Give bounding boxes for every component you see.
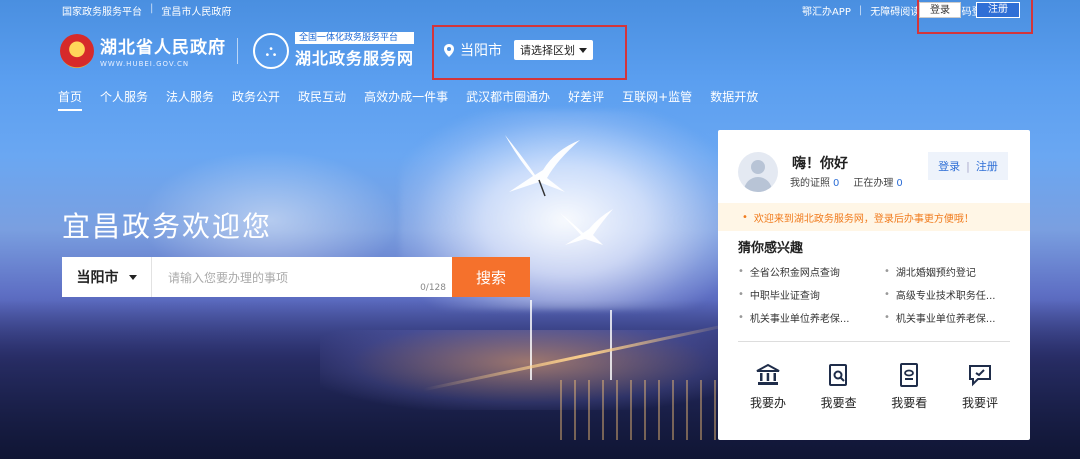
guess-item[interactable]: 湖北婚姻预约登记 xyxy=(884,264,1018,279)
platform-name: 湖北政务服务网 xyxy=(295,49,415,68)
certs-label: 我的证照 xyxy=(790,178,830,189)
search-region-label: 当阳市 xyxy=(76,270,119,286)
national-emblem-icon xyxy=(60,33,94,68)
bridge-tower xyxy=(610,310,612,380)
nav-wuhan-metro[interactable]: 武汉都市圈通办 xyxy=(466,88,550,111)
avatar xyxy=(738,152,778,192)
search-region-dropdown[interactable]: 当阳市 xyxy=(62,257,152,297)
quick-actions: 我要办 我要查 我要看 我要评 xyxy=(738,362,1010,411)
link-yichang-gov[interactable]: 宜昌市人民政府 xyxy=(161,3,231,18)
nav-rating[interactable]: 好差评 xyxy=(568,88,604,111)
notice-dot-icon: • xyxy=(742,211,748,223)
link-ehuiban-app[interactable]: 鄂汇办APP xyxy=(802,3,851,18)
nav-home[interactable]: 首页 xyxy=(58,88,83,111)
service-platform-logo[interactable]: ⛬ 全国一体化政务服务平台 湖北政务服务网 xyxy=(253,32,415,69)
link-national-platform[interactable]: 国家政务服务平台 xyxy=(62,3,142,18)
guess-item[interactable]: 高级专业技术职务任... xyxy=(884,287,1018,302)
action-view-label: 我要看 xyxy=(891,396,928,410)
screen-view-icon xyxy=(900,363,919,387)
highlight-box-location xyxy=(432,25,627,80)
separator: | xyxy=(966,159,970,173)
certs-count: 0 xyxy=(833,178,840,189)
nav-interaction[interactable]: 政民互动 xyxy=(298,88,346,111)
highlight-box-login xyxy=(917,0,1033,34)
nav-gov-affairs[interactable]: 政务公开 xyxy=(232,88,280,111)
hubei-gov-logo[interactable]: 湖北省人民政府 WWW.HUBEI.GOV.CN xyxy=(60,33,226,68)
chat-bubble-icon xyxy=(968,365,991,387)
document-search-icon xyxy=(828,364,847,386)
crane-bird-icon xyxy=(560,209,613,245)
link-accessibility[interactable]: 无障碍阅读 xyxy=(870,3,920,18)
gov-name: 湖北省人民政府 xyxy=(100,38,226,58)
search-button[interactable]: 搜索 xyxy=(452,257,530,297)
nav-open-data[interactable]: 数据开放 xyxy=(710,88,758,111)
nav-personal[interactable]: 个人服务 xyxy=(100,88,148,111)
guess-item[interactable]: 全省公积金网点查询 xyxy=(738,264,884,279)
action-query-label: 我要查 xyxy=(820,396,857,410)
guess-list: 全省公积金网点查询 湖北婚姻预约登记 中职毕业证查询 高级专业技术职务任... … xyxy=(738,264,1018,325)
logo-divider xyxy=(237,38,238,64)
action-query[interactable]: 我要查 xyxy=(809,362,869,411)
gov-url: WWW.HUBEI.GOV.CN xyxy=(100,60,190,68)
panel-login-button[interactable]: 登录 xyxy=(938,158,960,174)
separator: | xyxy=(858,5,863,16)
main-nav: 首页 个人服务 法人服务 政务公开 政民互动 高效办成一件事 武汉都市圈通办 好… xyxy=(58,88,776,111)
divider xyxy=(738,341,1010,342)
action-rate-label: 我要评 xyxy=(961,396,998,410)
panel-auth-box: 登录 | 注册 xyxy=(928,152,1008,180)
greeting: 嗨！你好 xyxy=(792,156,848,172)
platform-emblem-icon: ⛬ xyxy=(253,32,289,69)
action-apply[interactable]: 我要办 xyxy=(738,362,798,411)
platform-tag: 全国一体化政务服务平台 xyxy=(295,32,415,44)
guess-item[interactable]: 机关事业单位养老保... xyxy=(738,310,884,325)
notice-text: 欢迎来到湖北政务服务网，登录后办事更方便哦！ xyxy=(753,213,974,225)
guess-item[interactable]: 中职毕业证查询 xyxy=(738,287,884,302)
search-placeholder: 请输入您要办理的事项 xyxy=(168,270,289,285)
guess-title: 猜你感兴趣 xyxy=(738,241,804,256)
caret-down-icon xyxy=(128,274,137,280)
bank-building-icon xyxy=(756,363,780,385)
panel-register-button[interactable]: 注册 xyxy=(976,158,998,174)
char-counter: 0/128 xyxy=(420,283,446,293)
login-notice: • 欢迎来到湖北政务服务网，登录后办事更方便哦！ xyxy=(718,203,1030,231)
nav-legal-entity[interactable]: 法人服务 xyxy=(166,88,214,111)
action-apply-label: 我要办 xyxy=(749,396,786,410)
action-view[interactable]: 我要看 xyxy=(879,362,939,411)
user-panel: 嗨！你好 我的证照 0 正在办理 0 登录 | 注册 • 欢迎来到湖北政务服务网，登… xyxy=(718,130,1030,440)
search-input[interactable]: 请输入您要办理的事项 0/128 xyxy=(152,257,452,297)
user-stats: 我的证照 0 正在办理 0 xyxy=(790,174,903,189)
inprogress-label: 正在办理 xyxy=(853,178,894,189)
inprogress-count: 0 xyxy=(896,178,903,189)
certs-stat[interactable]: 我的证照 0 xyxy=(790,174,839,189)
nav-one-thing[interactable]: 高效办成一件事 xyxy=(364,88,448,111)
action-rate[interactable]: 我要评 xyxy=(950,362,1010,411)
separator: | xyxy=(150,3,154,14)
nav-supervision[interactable]: 互联网+监管 xyxy=(622,88,692,111)
hero-title: 宜昌政务欢迎您 xyxy=(62,210,273,243)
guess-item[interactable]: 机关事业单位养老保... xyxy=(884,310,1018,325)
search-bar: 当阳市 请输入您要办理的事项 0/128 搜索 xyxy=(62,257,530,297)
inprogress-stat[interactable]: 正在办理 0 xyxy=(853,174,902,189)
crane-bird-icon xyxy=(505,135,580,197)
